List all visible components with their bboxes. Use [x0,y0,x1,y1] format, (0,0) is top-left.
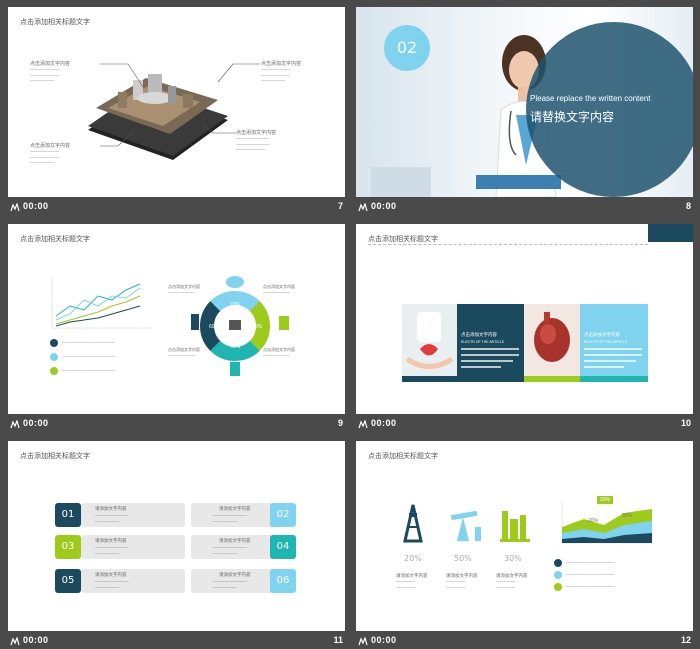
check-icon [50,339,58,347]
number-box-05: 05 [55,569,81,593]
chart-bubble-2: 20% [588,518,599,524]
slide-meta-bar: 00:00 9 [8,417,345,433]
number-box-06: 06 [270,569,296,593]
photo-panel-heart [524,304,580,382]
check-icon [554,559,562,567]
slide-10-canvas: 点击添加相关标题文字 点击添加文字内容 ELECTR OF THE ARTICL… [356,224,693,414]
transition-icon [10,637,20,646]
slide-7-canvas: 点击添加相关标题文字 点击添加文字内容 ──────────── ────────… [8,7,345,197]
text-box-03: 请添加文字内容 ────────────── ────────── [81,535,185,559]
check-icon [554,571,562,579]
number-box-02: 02 [270,503,296,527]
refinery-icon [500,511,530,542]
text-box-01: 请添加文字内容 ────────────── ────────── [81,503,185,527]
slide-title: 点击添加相关标题文字 [20,452,90,460]
number-box-01: 01 [55,503,81,527]
slide-duration: 00:00 [371,418,397,428]
text-panel-navy: 点击添加文字内容 ELECTR OF THE ARTICLE [457,304,524,382]
pump-jack-icon [450,510,481,541]
check-icon [50,353,58,361]
area-chart-graphic [561,501,652,544]
slide-meta-bar: 00:00 7 [8,200,345,216]
transition-icon [358,420,368,429]
percent-3: 30% [504,554,522,563]
slide-12-canvas: 点击添加相关标题文字 20% 50% 30% 请添加文字内容 ──────── ─… [356,441,693,631]
transition-icon [358,203,368,212]
transition-icon [10,420,20,429]
bullet-list: ──────────────────── ───────────────────… [554,559,614,591]
transition-icon [10,203,20,212]
slide-number: 11 [333,635,343,645]
chinese-caption: 请替换文字内容 [530,110,615,124]
bullet-list: ────────────────────── ─────────────────… [50,339,115,375]
number-box-03: 03 [55,535,81,559]
slide-title: 点击添加相关标题文字 [368,452,438,460]
check-icon [50,367,58,375]
slide-number: 8 [685,201,691,211]
slide-title: 点击添加相关标题文字 [368,235,438,243]
check-icon [554,583,562,591]
header-accent-block [648,224,693,242]
text-box-05: 请添加文字内容 ────────────── ────────── [81,569,185,593]
slide-duration: 00:00 [23,201,49,211]
slide-9-canvas: 点击添加相关标题文字 ────────────────────── ──────… [8,224,345,414]
text-panel-sky: 点击添加文字内容 ELECTR OF THE ARTICLE [580,304,648,382]
slide-duration: 00:00 [23,635,49,645]
slide-number: 7 [337,201,343,211]
transition-icon [358,637,368,646]
english-caption: Please replace the written content [530,94,651,103]
slide-duration: 00:00 [371,635,397,645]
line-chart-graphic [51,278,152,329]
oil-derrick-icon [403,504,423,543]
percent-2: 50% [454,554,472,563]
slide-duration: 00:00 [23,418,49,428]
section-number-badge: 02 [384,25,430,71]
slide-title: 点击添加相关标题文字 [20,235,90,243]
slide-meta-bar: 00:00 10 [356,417,693,433]
slide-number: 9 [337,418,343,428]
slide-duration: 00:00 [371,201,397,211]
chart-bubble-1: 30% [597,496,614,504]
slide-11-canvas: 点击添加相关标题文字 01 请添加文字内容 ────────────── ────… [8,441,345,631]
number-box-04: 04 [270,535,296,559]
slide-number: 12 [680,635,691,645]
photo-panel-hands-heart [402,304,457,382]
percent-1: 20% [404,554,422,563]
slide-meta-bar: 00:00 12 [356,634,693,649]
chart-bubble-3: 50% [622,513,633,519]
slide-8-canvas: 02 Please replace the written content 请替… [356,7,693,197]
callout-lines [100,63,260,147]
slide-number: 10 [680,418,691,428]
slide-meta-bar: 00:00 11 [8,634,345,649]
slide-meta-bar: 00:00 8 [356,200,693,216]
